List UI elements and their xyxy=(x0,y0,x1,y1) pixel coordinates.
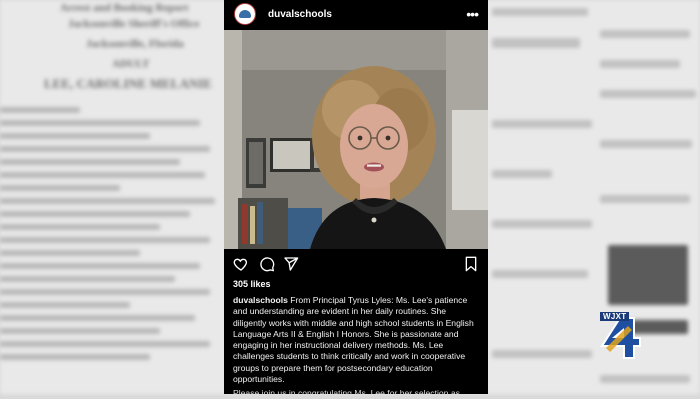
instagram-post: duvalschools ••• 305 likes duvalschools … xyxy=(224,0,488,398)
document-body-lines xyxy=(0,100,225,360)
doc-line-2: Jacksonville Sheriff's Office xyxy=(68,18,200,30)
post-actions xyxy=(233,256,479,274)
caption-text: From Principal Tyrus Lyles: Ms. Lee's pa… xyxy=(233,295,474,385)
more-icon[interactable]: ••• xyxy=(466,7,479,21)
doc-line-4: ADULT xyxy=(112,58,150,70)
share-icon[interactable] xyxy=(283,256,299,272)
station-call-letters: WJXT xyxy=(600,312,630,321)
heart-icon[interactable] xyxy=(233,256,249,272)
doc-line-1: Arrest and Booking Report xyxy=(60,2,189,14)
bookmark-icon[interactable] xyxy=(463,256,479,272)
doc-line-3: Jacksonville, Florida xyxy=(86,38,184,50)
wjxt-4-logo: WJXT xyxy=(598,312,642,360)
caption-username[interactable]: duvalschools xyxy=(233,295,288,305)
profile-avatar[interactable] xyxy=(234,3,256,25)
post-caption: duvalschools From Principal Tyrus Lyles:… xyxy=(233,295,478,385)
post-header: duvalschools ••• xyxy=(224,0,488,28)
comment-icon[interactable] xyxy=(259,256,275,272)
document-header: Arrest and Booking Report Jacksonville S… xyxy=(0,0,225,100)
likes-count[interactable]: 305 likes xyxy=(233,279,271,289)
document-right-column xyxy=(488,0,700,394)
doc-line-5: LEE, CAROLINE MELANIE xyxy=(44,76,212,91)
post-username[interactable]: duvalschools xyxy=(268,9,332,20)
post-photo xyxy=(224,30,488,249)
